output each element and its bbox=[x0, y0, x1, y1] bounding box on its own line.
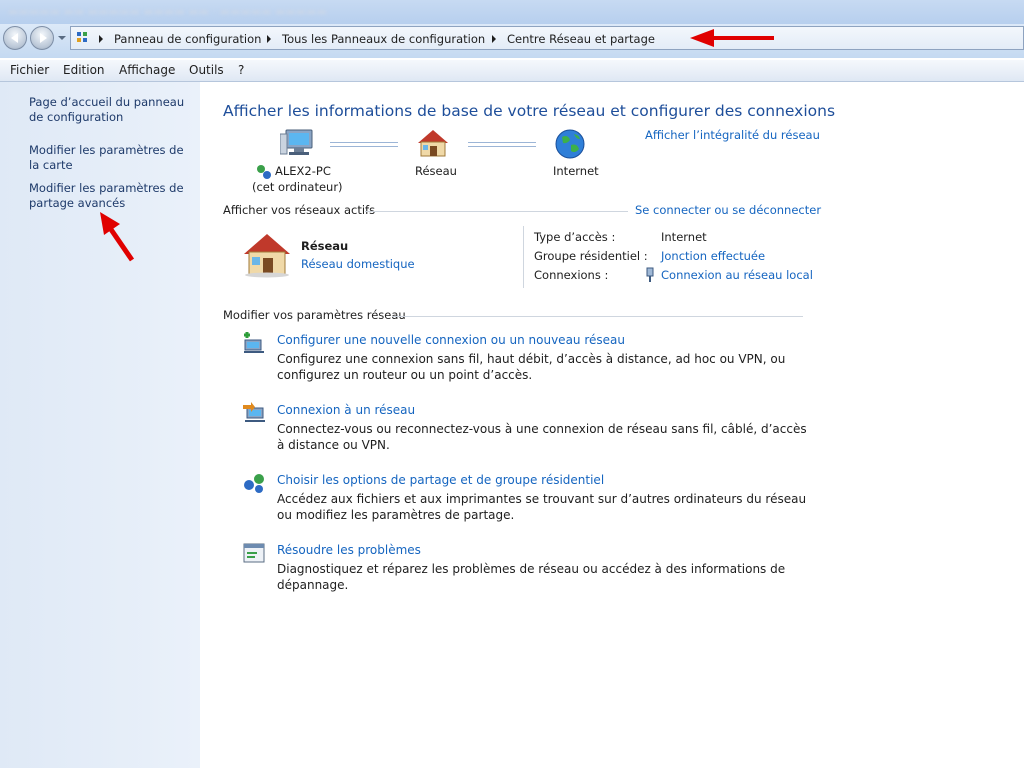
menu-edit[interactable]: Edition bbox=[63, 63, 105, 77]
access-type-label: Type d’accès : bbox=[534, 230, 616, 244]
annotation-arrow-icon bbox=[100, 212, 135, 262]
homegroup-label: Groupe résidentiel : bbox=[534, 249, 648, 263]
forward-button[interactable] bbox=[30, 26, 54, 50]
change-adapter-settings-link[interactable]: Modifier les paramètres de la carte bbox=[29, 143, 194, 173]
task-sharing-options-link[interactable]: Choisir les options de partage et de gro… bbox=[277, 473, 604, 487]
house-network-icon[interactable] bbox=[416, 128, 450, 158]
window-titlebar: ▬▬▬▬▬ ▬▬ ▬▬▬▬▬ ▬▬▬▬ ▬▬ · ▬▬▬▬▬ ▬▬▬▬▬ bbox=[0, 0, 1024, 24]
internet-globe-icon[interactable] bbox=[554, 128, 586, 160]
computer-subtitle: (cet ordinateur) bbox=[252, 180, 343, 194]
menu-file[interactable]: Fichier bbox=[10, 63, 49, 77]
menu-tools[interactable]: Outils bbox=[189, 63, 224, 77]
address-toolbar: Panneau de configuration Tous les Pannea… bbox=[0, 24, 1024, 58]
breadcrumb-separator-icon[interactable] bbox=[492, 35, 496, 43]
access-type-value: Internet bbox=[661, 230, 707, 244]
map-connector bbox=[468, 142, 536, 147]
active-networks-heading: Afficher vos réseaux actifs bbox=[223, 203, 376, 217]
control-panel-home-link[interactable]: Page d’accueil du panneau de configurati… bbox=[29, 95, 194, 125]
active-network-name: Réseau bbox=[301, 239, 349, 253]
home-network-icon bbox=[244, 234, 290, 278]
local-connection-link[interactable]: Connexion au réseau local bbox=[661, 268, 813, 282]
task-connect-network-link[interactable]: Connexion à un réseau bbox=[277, 403, 415, 417]
menu-bar: Fichier Edition Affichage Outils ? bbox=[0, 60, 1024, 82]
control-panel-icon bbox=[77, 32, 87, 42]
task-connect-network-desc: Connectez-vous ou reconnectez-vous à une… bbox=[277, 422, 807, 452]
network-status-icon bbox=[257, 165, 271, 179]
map-connector bbox=[330, 142, 398, 147]
breadcrumb-control-panel[interactable]: Panneau de configuration bbox=[114, 32, 261, 46]
task-new-connection-link[interactable]: Configurer une nouvelle connexion ou un … bbox=[277, 333, 625, 347]
breadcrumb-network-center[interactable]: Centre Réseau et partage bbox=[507, 32, 655, 46]
main-content: Afficher les informations de base de vot… bbox=[200, 82, 1024, 768]
internet-map-label: Internet bbox=[553, 164, 599, 178]
menu-help[interactable]: ? bbox=[238, 63, 244, 77]
address-field[interactable]: Panneau de configuration Tous les Pannea… bbox=[70, 26, 1024, 50]
back-button[interactable] bbox=[3, 26, 27, 50]
ethernet-icon bbox=[646, 267, 654, 282]
window-title: ▬▬▬▬▬ ▬▬ ▬▬▬▬▬ ▬▬▬▬ ▬▬ · ▬▬▬▬▬ ▬▬▬▬▬ bbox=[8, 5, 327, 18]
computer-icon[interactable] bbox=[280, 128, 314, 158]
network-type-link[interactable]: Réseau domestique bbox=[301, 257, 415, 271]
connect-disconnect-link[interactable]: Se connecter ou se déconnecter bbox=[635, 203, 821, 217]
vertical-divider bbox=[523, 226, 524, 288]
left-task-pane: Page d’accueil du panneau de configurati… bbox=[0, 82, 200, 768]
annotation-arrow-icon bbox=[690, 29, 774, 47]
menu-view[interactable]: Affichage bbox=[119, 63, 175, 77]
advanced-sharing-settings-link[interactable]: Modifier les paramètres de partage avanc… bbox=[29, 181, 194, 211]
task-new-connection-desc: Configurez une connexion sans fil, haut … bbox=[277, 352, 786, 382]
connect-network-icon bbox=[243, 402, 265, 422]
section-divider bbox=[365, 211, 628, 212]
section-divider bbox=[392, 316, 803, 317]
full-network-map-link[interactable]: Afficher l’intégralité du réseau bbox=[645, 128, 820, 142]
network-map-label: Réseau bbox=[415, 164, 457, 178]
task-troubleshoot-desc: Diagnostiquez et réparez les problèmes d… bbox=[277, 562, 786, 592]
sharing-options-icon bbox=[244, 474, 264, 493]
task-troubleshoot-link[interactable]: Résoudre les problèmes bbox=[277, 543, 421, 557]
connections-label: Connexions : bbox=[534, 268, 609, 282]
breadcrumb-separator-icon[interactable] bbox=[99, 35, 103, 43]
breadcrumb-separator-icon[interactable] bbox=[267, 35, 271, 43]
computer-name: ALEX2-PC bbox=[275, 164, 331, 178]
new-connection-icon bbox=[244, 332, 264, 353]
recent-pages-dropdown[interactable] bbox=[58, 36, 66, 40]
task-sharing-options-desc: Accédez aux fichiers et aux imprimantes … bbox=[277, 492, 807, 522]
troubleshoot-icon bbox=[243, 543, 265, 563]
breadcrumb-all-panels[interactable]: Tous les Panneaux de configuration bbox=[282, 32, 485, 46]
page-title: Afficher les informations de base de vot… bbox=[223, 102, 836, 120]
homegroup-link[interactable]: Jonction effectuée bbox=[661, 249, 765, 263]
settings-heading: Modifier vos paramètres réseau bbox=[223, 308, 406, 322]
